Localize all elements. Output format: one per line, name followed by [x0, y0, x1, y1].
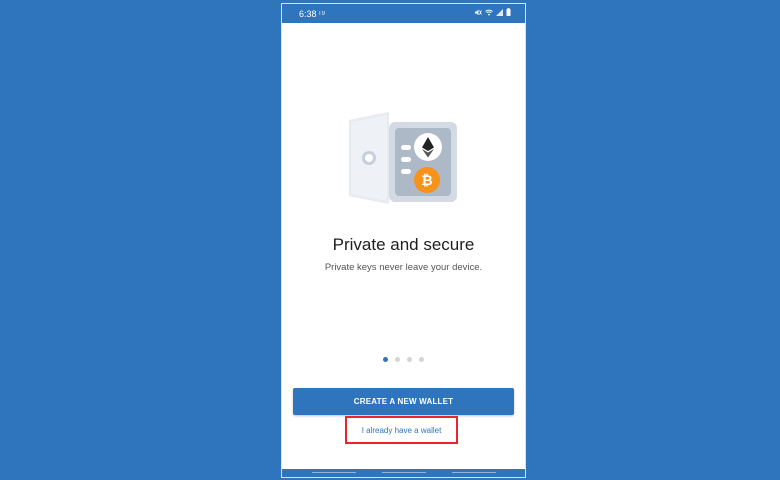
safe-illustration: ₿ — [349, 110, 461, 206]
nav-home-handle[interactable] — [382, 472, 426, 473]
status-carrier: T9 — [318, 11, 326, 17]
nav-recents-handle[interactable] — [452, 472, 496, 473]
status-time: 6:38 — [299, 9, 317, 19]
page-subtitle: Private keys never leave your device. — [324, 262, 483, 273]
page-title: Private and secure — [332, 235, 475, 254]
page-dot-1[interactable] — [383, 357, 388, 362]
page-dot-2[interactable] — [395, 357, 400, 362]
battery-icon — [506, 8, 511, 16]
nav-back-handle[interactable] — [312, 472, 356, 473]
signal-icon — [496, 8, 503, 16]
mute-icon — [475, 9, 482, 16]
page-dot-3[interactable] — [407, 357, 412, 362]
wifi-icon — [485, 9, 493, 16]
status-icons — [475, 8, 511, 16]
phone-screen: 6:38 T9 ₿ Private and secure Private key… — [281, 3, 526, 478]
svg-text:₿: ₿ — [421, 172, 432, 188]
create-wallet-button[interactable]: CREATE A NEW WALLET — [293, 388, 514, 415]
existing-wallet-link[interactable]: I already have a wallet — [345, 416, 458, 444]
page-dot-4[interactable] — [419, 357, 424, 362]
navigation-bar — [282, 469, 525, 477]
status-bar: 6:38 T9 — [282, 4, 525, 23]
page-indicator — [282, 357, 525, 362]
